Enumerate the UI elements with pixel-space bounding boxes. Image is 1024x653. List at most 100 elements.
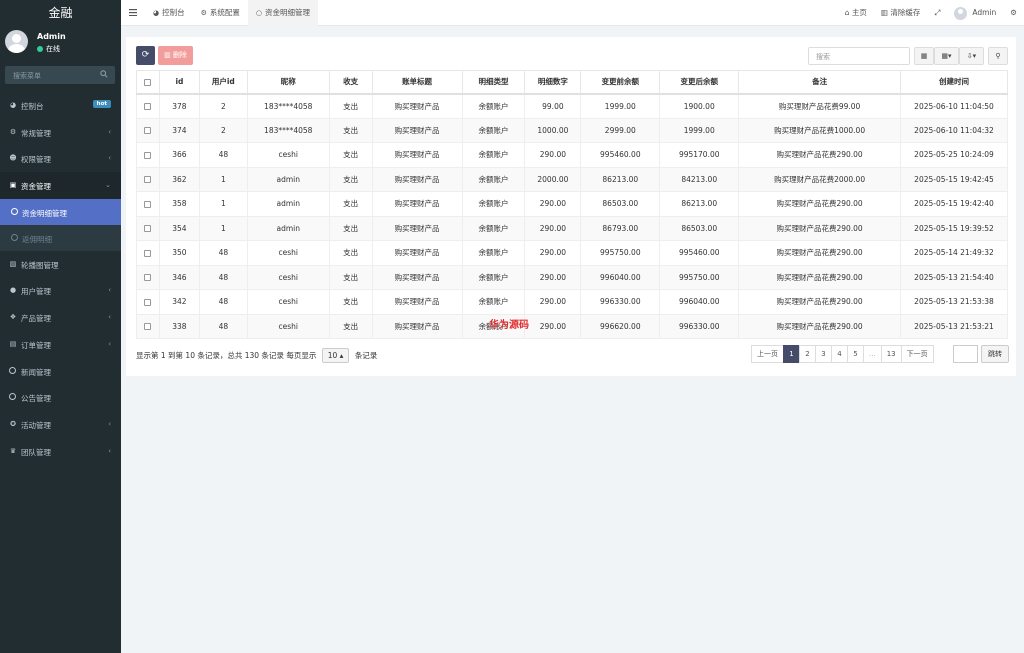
row-checkbox-cell[interactable] [136, 264, 160, 290]
toggle-view-button[interactable]: ▦ [914, 47, 934, 65]
tab-fund-details[interactable]: ○ 资金明细管理 [247, 0, 318, 26]
table-cell: 86503.00 [580, 191, 661, 217]
sidebar-item-fund-details[interactable]: 资金明细管理 [0, 198, 121, 225]
sidebar-item-orders[interactable]: ▤ 订单管理 ‹ [0, 331, 121, 358]
table-cell: 购买理财产品 [371, 93, 463, 119]
tab-system-config[interactable]: ⚙ 系统配置 [193, 0, 248, 26]
col-header[interactable]: 账单标题 [371, 70, 463, 95]
row-checkbox[interactable] [144, 127, 152, 135]
page-jump-input[interactable] [953, 345, 978, 363]
advanced-search-button[interactable]: ⚲ [988, 47, 1008, 65]
table-cell: 支出 [328, 191, 373, 217]
pagination-info: 显示第 1 到第 10 条记录，总共 130 条记录 每页显示 10 ▴ 条记录 [136, 348, 377, 363]
settings-icon[interactable]: ⚙ [1003, 0, 1024, 26]
row-checkbox[interactable] [144, 225, 152, 233]
table-cell: 余额账户 [461, 166, 526, 192]
row-checkbox[interactable] [144, 176, 152, 184]
columns-dropdown-button[interactable]: ▦▾ [934, 47, 959, 65]
col-header[interactable]: id [158, 70, 200, 95]
col-header[interactable]: 变更后余额 [659, 70, 740, 95]
search-icon[interactable] [100, 70, 108, 78]
menu-toggle-icon[interactable] [129, 9, 137, 16]
row-checkbox-cell[interactable] [136, 93, 160, 119]
refresh-button[interactable]: ⟳ [136, 46, 155, 65]
table-cell: 购买理财产品花费290.00 [738, 191, 901, 217]
group-icon: ☻ [9, 154, 17, 163]
page-button[interactable]: 2 [799, 345, 816, 363]
row-checkbox-cell[interactable] [136, 117, 160, 143]
fullscreen-icon[interactable]: ⤢ [927, 0, 947, 26]
row-checkbox-cell[interactable] [136, 289, 160, 315]
table-row[interactable]: 358 1 admin 支出 购买理财产品 余额账户 290.00 86503.00 86213… [136, 191, 1008, 217]
table-cell: ceshi [246, 240, 330, 266]
table-row[interactable]: 362 1 admin 支出 购买理财产品 余额账户 2000.00 86213.00 8421… [136, 166, 1008, 192]
table-row[interactable]: 350 48 ceshi 支出 购买理财产品 余额账户 290.00 995750.00 995… [136, 240, 1008, 266]
table-row[interactable]: 374 2 183****4058 支出 购买理财产品 余额账户 1000.00 2999.0… [136, 117, 1008, 143]
sidebar-item-news[interactable]: 新闻管理 [0, 358, 121, 385]
table-row[interactable]: 338 48 ceshi 支出 购买理财产品 余额账户 290.00 996620.00 996… [136, 313, 1008, 339]
select-all-checkbox[interactable] [136, 70, 160, 95]
table-search-input[interactable]: 搜索 [808, 47, 910, 65]
page-size-select[interactable]: 10 ▴ [321, 348, 350, 363]
table-cell: 354 [158, 215, 200, 241]
prev-page-button[interactable]: 上一页 [751, 345, 784, 363]
next-page-button[interactable]: 下一页 [900, 345, 934, 363]
row-checkbox[interactable] [144, 274, 152, 282]
table-cell: 995460.00 [580, 142, 661, 168]
col-header[interactable]: 用户id [198, 70, 248, 95]
row-checkbox[interactable] [144, 298, 152, 306]
page-button[interactable]: 1 [783, 345, 800, 363]
col-header[interactable]: 创建时间 [900, 70, 1008, 95]
sidebar-item-users[interactable]: ● 用户管理 ‹ [0, 277, 121, 304]
sidebar-item-activities[interactable]: ✪ 活动管理 ‹ [0, 411, 121, 438]
col-header[interactable]: 昵称 [246, 70, 330, 95]
page-button[interactable]: 13 [880, 345, 902, 363]
page-jump-button[interactable]: 跳转 [981, 345, 1009, 363]
row-checkbox[interactable] [144, 200, 152, 208]
sidebar-item-notices[interactable]: 公告管理 [0, 384, 121, 411]
sidebar-item-team[interactable]: ♛ 团队管理 ‹ [0, 438, 121, 465]
brand-logo[interactable]: 金融 [0, 0, 121, 26]
row-checkbox-cell[interactable] [136, 215, 160, 241]
table-cell: 购买理财产品 [371, 240, 463, 266]
row-checkbox-cell[interactable] [136, 166, 160, 192]
tab-dashboard[interactable]: ◕ 控制台 [145, 0, 193, 26]
table-cell: 48 [198, 240, 248, 266]
export-dropdown-button[interactable]: ⇩▾ [959, 47, 984, 65]
home-link[interactable]: ⌂ 主页 [838, 0, 874, 26]
table-row[interactable]: 378 2 183****4058 支出 购买理财产品 余额账户 99.00 1999.00 1… [136, 93, 1008, 119]
row-checkbox-cell[interactable] [136, 142, 160, 168]
admin-menu[interactable]: Admin [947, 0, 1003, 26]
table-cell: 购买理财产品花费290.00 [738, 289, 901, 315]
col-header[interactable]: 明细数字 [524, 70, 582, 95]
sidebar-search-input[interactable]: 搜索菜单 [5, 66, 115, 84]
table-row[interactable]: 354 1 admin 支出 购买理财产品 余额账户 290.00 86793.00 86503… [136, 215, 1008, 241]
delete-button[interactable]: ▥ 删除 [158, 46, 193, 65]
table-row[interactable]: 366 48 ceshi 支出 购买理财产品 余额账户 290.00 995460.00 995… [136, 142, 1008, 168]
checkbox[interactable] [144, 78, 152, 86]
sidebar-item-general[interactable]: ⚙ 常规管理 ‹ [0, 119, 121, 146]
sidebar-item-commission[interactable]: 返佣明细 [0, 224, 121, 251]
page-button[interactable]: 5 [847, 345, 864, 363]
col-header[interactable]: 变更前余额 [580, 70, 661, 95]
col-header[interactable]: 收支 [328, 70, 373, 95]
col-header[interactable]: 明细类型 [461, 70, 526, 95]
row-checkbox[interactable] [144, 151, 152, 159]
clear-cache-button[interactable]: ▥ 清除缓存 [874, 0, 927, 26]
table-row[interactable]: 346 48 ceshi 支出 购买理财产品 余额账户 290.00 996040.00 995… [136, 264, 1008, 290]
row-checkbox-cell[interactable] [136, 313, 160, 339]
sidebar-item-dashboard[interactable]: ◕ 控制台 hot [0, 92, 121, 119]
sidebar-item-funds[interactable]: ▣ 资金管理 ⌄ [0, 172, 121, 199]
row-checkbox[interactable] [144, 323, 152, 331]
page-button[interactable]: 3 [815, 345, 832, 363]
sidebar-item-permissions[interactable]: ☻ 权限管理 ‹ [0, 145, 121, 172]
row-checkbox-cell[interactable] [136, 240, 160, 266]
row-checkbox-cell[interactable] [136, 191, 160, 217]
row-checkbox[interactable] [144, 103, 152, 110]
page-button[interactable]: 4 [831, 345, 848, 363]
sidebar-item-carousel[interactable]: ▨ 轮播图管理 [0, 251, 121, 278]
table-row[interactable]: 342 48 ceshi 支出 购买理财产品 余额账户 290.00 996330.00 996… [136, 289, 1008, 315]
col-header[interactable]: 备注 [738, 70, 901, 95]
sidebar-item-products[interactable]: ❖ 产品管理 ‹ [0, 304, 121, 331]
row-checkbox[interactable] [144, 249, 152, 257]
